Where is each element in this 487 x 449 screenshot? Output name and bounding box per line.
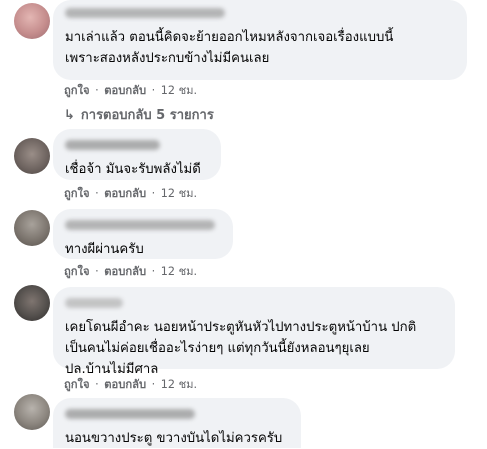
separator: · <box>95 378 99 391</box>
replies-label: การตอบกลับ 5 รายการ <box>80 108 214 123</box>
avatar[interactable] <box>14 285 50 321</box>
comment-bubble: ทางผีผ่านครับ <box>53 209 233 259</box>
avatar[interactable] <box>14 3 50 39</box>
timestamp-link[interactable]: 12 ชม. <box>161 262 197 280</box>
reply-button[interactable]: ตอบกลับ <box>104 184 146 202</box>
comment-bubble: มาเล่าแล้ว ตอนนี้คิดจะย้ายออกไหมหลังจากเ… <box>53 0 467 80</box>
comment-text: เชื่อจ้า มันจะรับพลังไม่ดี <box>65 162 201 177</box>
author-name-blurred[interactable] <box>65 140 160 150</box>
comment-text: มาเล่าแล้ว ตอนนี้คิดจะย้ายออกไหมหลังจากเ… <box>65 30 394 66</box>
comment-text: นอนขวางประตู ขวางบันไดไม่ควรครับ <box>65 431 283 446</box>
separator: · <box>151 187 156 200</box>
avatar[interactable] <box>14 394 50 430</box>
like-button[interactable]: ถูกใจ <box>64 184 90 202</box>
comment-actions: ถูกใจ · ตอบกลับ · 12 ชม. <box>64 81 197 99</box>
separator: · <box>151 84 156 97</box>
separator: · <box>151 378 156 391</box>
avatar[interactable] <box>14 210 50 246</box>
like-button[interactable]: ถูกใจ <box>64 81 90 99</box>
reply-button[interactable]: ตอบกลับ <box>104 262 146 280</box>
reply-arrow-icon: ↳ <box>64 108 75 123</box>
comment-text: เคยโดนผีอำคะ นอยหน้าประตูหันหัวไปทางประต… <box>65 320 417 377</box>
comment-actions: ถูกใจ · ตอบกลับ · 12 ชม. <box>64 262 197 280</box>
comment-bubble: นอนขวางประตู ขวางบันไดไม่ควรครับ <box>53 398 301 448</box>
reply-button[interactable]: ตอบกลับ <box>104 375 146 393</box>
separator: · <box>95 265 99 278</box>
separator: · <box>151 265 156 278</box>
view-replies-link[interactable]: ↳ การตอบกลับ 5 รายการ <box>64 104 214 125</box>
comment-text: ทางผีผ่านครับ <box>65 242 144 257</box>
timestamp-link[interactable]: 12 ชม. <box>161 81 197 99</box>
separator: · <box>95 84 99 97</box>
author-name-blurred[interactable] <box>65 8 225 18</box>
comment-actions: ถูกใจ · ตอบกลับ · 12 ชม. <box>64 184 197 202</box>
author-name-blurred[interactable] <box>65 409 195 419</box>
timestamp-link[interactable]: 12 ชม. <box>161 184 197 202</box>
reply-button[interactable]: ตอบกลับ <box>104 81 146 99</box>
author-name-blurred[interactable] <box>65 220 215 230</box>
separator: · <box>95 187 99 200</box>
comment-actions: ถูกใจ · ตอบกลับ · 12 ชม. <box>64 375 197 393</box>
like-button[interactable]: ถูกใจ <box>64 375 90 393</box>
author-name-blurred[interactable] <box>65 298 123 308</box>
comment-bubble: เคยโดนผีอำคะ นอยหน้าประตูหันหัวไปทางประต… <box>53 287 455 377</box>
timestamp-link[interactable]: 12 ชม. <box>161 375 197 393</box>
like-button[interactable]: ถูกใจ <box>64 262 90 280</box>
comment-bubble: เชื่อจ้า มันจะรับพลังไม่ดี <box>53 129 221 180</box>
avatar[interactable] <box>14 138 50 174</box>
